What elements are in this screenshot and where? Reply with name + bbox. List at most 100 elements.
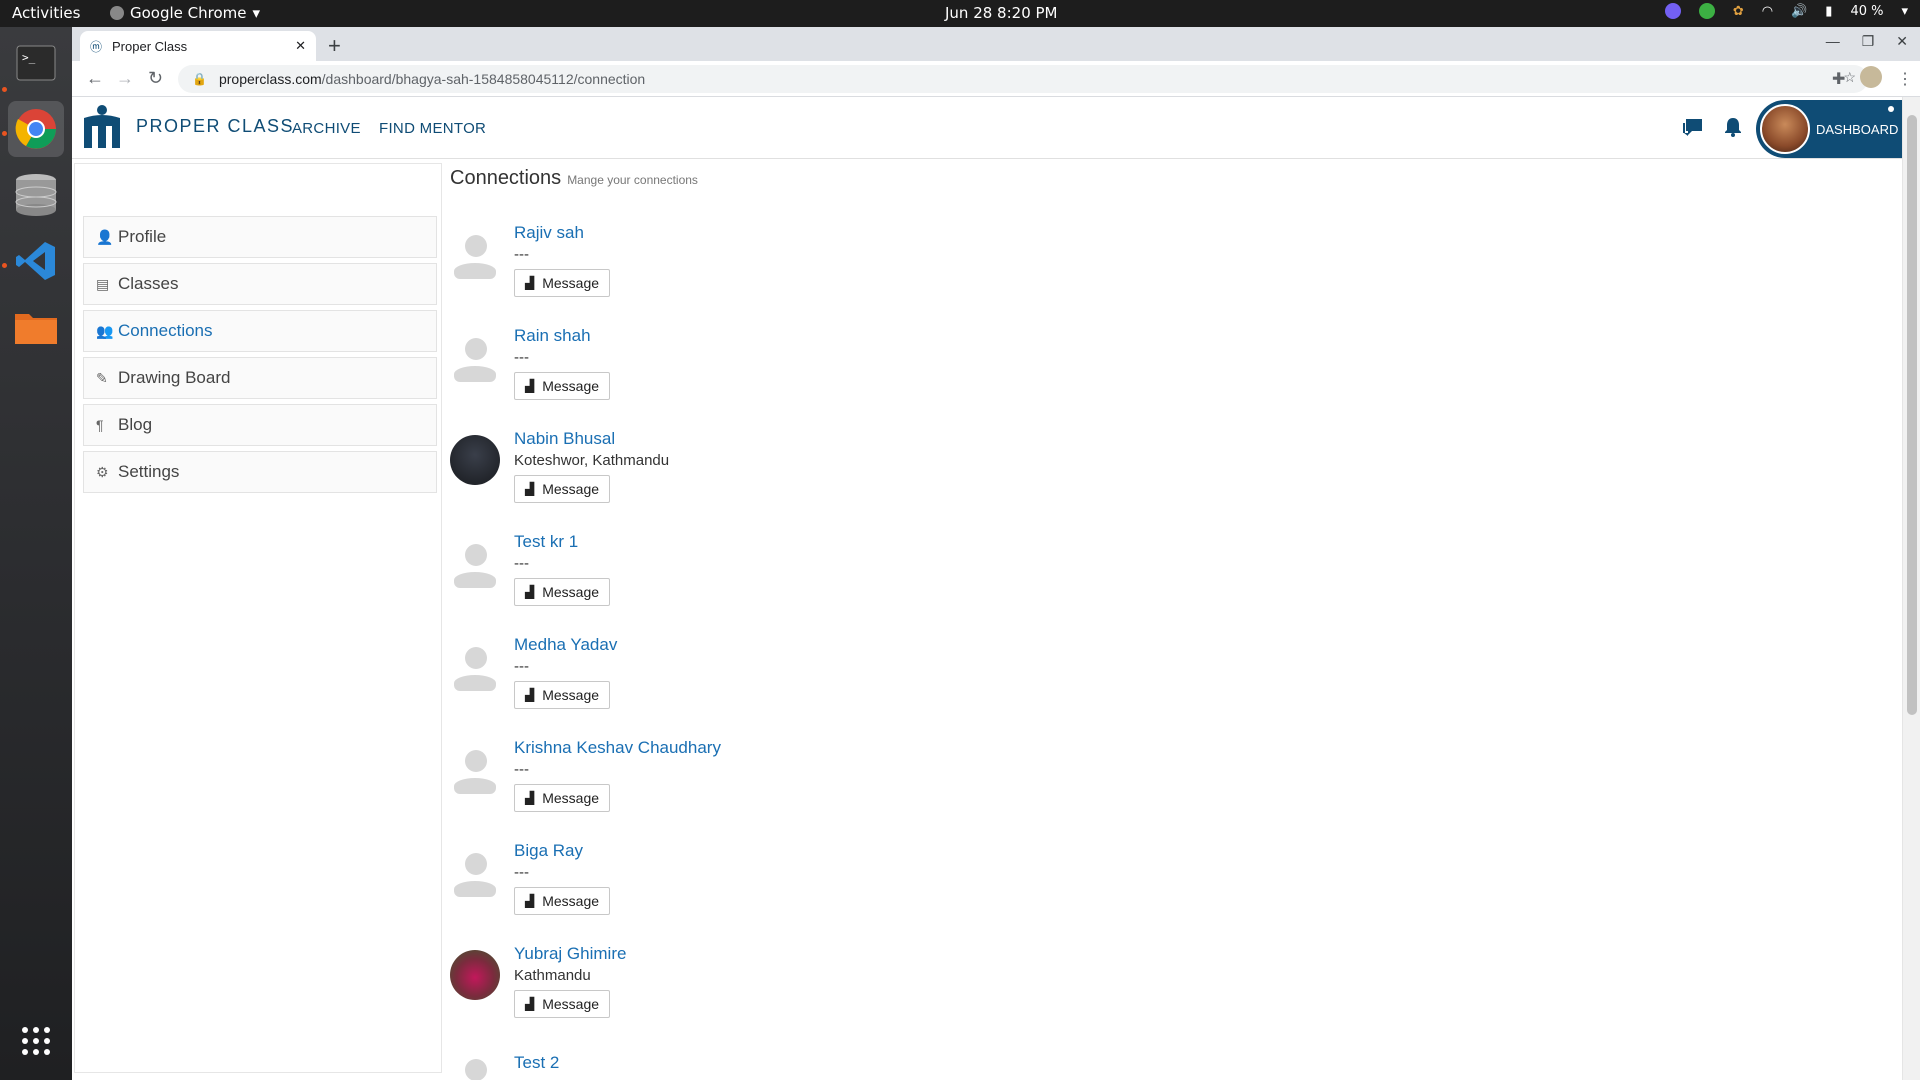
connection-location: --- <box>514 1073 529 1080</box>
default-avatar-icon[interactable] <box>450 641 500 691</box>
connection-location: --- <box>514 246 529 263</box>
dashboard-sidebar: 👤 Profile ▤ Classes 👥 Connections ✎ Draw… <box>74 163 442 1073</box>
bell-icon[interactable] <box>1724 117 1742 142</box>
chrome-menu-icon[interactable]: ⋮ <box>1897 69 1913 89</box>
connection-name[interactable]: Nabin Bhusal <box>514 429 615 449</box>
list-item: Krishna Keshav Chaudhary --- ▟ Message <box>450 738 1150 844</box>
connection-name[interactable]: Rajiv sah <box>514 223 584 243</box>
sidebar-item-classes[interactable]: ▤ Classes <box>83 263 437 305</box>
chat-icon: ▟ <box>525 379 535 393</box>
sidebar-item-settings[interactable]: ⚙ Settings <box>83 451 437 493</box>
chrome-icon[interactable] <box>8 101 64 157</box>
connection-name[interactable]: Test 2 <box>514 1053 559 1073</box>
connection-name[interactable]: Krishna Keshav Chaudhary <box>514 738 721 758</box>
default-avatar-icon[interactable] <box>450 332 500 382</box>
system-tray[interactable]: ✿ ◠ 🔊 ▮ 40 % ▾ <box>1664 3 1908 19</box>
close-window-icon[interactable]: ✕ <box>1896 33 1908 50</box>
sidebar-item-drawing-board[interactable]: ✎ Drawing Board <box>83 357 437 399</box>
connection-location: --- <box>514 555 529 572</box>
power-menu-icon[interactable]: ▾ <box>1901 4 1908 19</box>
list-item: Biga Ray --- ▟ Message <box>450 841 1150 947</box>
connection-name[interactable]: Biga Ray <box>514 841 583 861</box>
message-button[interactable]: ▟ Message <box>514 475 611 503</box>
restore-icon[interactable]: ❐ <box>1862 33 1875 50</box>
extensions-icon[interactable]: ✚ <box>1832 69 1845 89</box>
message-button[interactable]: ▟ Message <box>514 990 611 1018</box>
slack-icon[interactable]: ✿ <box>1733 4 1744 19</box>
page-subtitle: Mange your connections <box>567 173 698 187</box>
gear-icon: ⚙ <box>96 463 109 480</box>
connection-location: --- <box>514 349 529 366</box>
running-indicator <box>2 131 7 136</box>
sidebar-item-label: Connections <box>118 321 213 340</box>
connection-name[interactable]: Medha Yadav <box>514 635 617 655</box>
forward-icon[interactable]: → <box>116 68 134 89</box>
default-avatar-icon[interactable] <box>450 1053 500 1080</box>
app-grid-icon[interactable] <box>8 1013 64 1069</box>
default-avatar-icon[interactable] <box>450 538 500 588</box>
reload-icon[interactable]: ↻ <box>148 68 163 89</box>
message-label: Message <box>542 893 600 909</box>
system-top-bar: Activities Google Chrome ▾ Jun 28 8:20 P… <box>0 0 1920 27</box>
list-item: Nabin Bhusal Koteshwor, Kathmandu ▟ Messa… <box>450 429 1150 535</box>
profile-avatar[interactable] <box>1860 66 1882 88</box>
page-title: Connections <box>450 167 562 189</box>
connection-name[interactable]: Yubraj Ghimire <box>514 944 626 964</box>
message-button[interactable]: ▟ Message <box>514 372 611 400</box>
message-button[interactable]: ▟ Message <box>514 269 611 297</box>
tab-title: Proper Class <box>112 38 188 54</box>
sidebar-item-connections[interactable]: 👥 Connections <box>83 310 437 352</box>
paragraph-icon: ¶ <box>96 417 104 433</box>
connection-name[interactable]: Test kr 1 <box>514 532 578 552</box>
url-path: /dashboard/bhagya-sah-1584858045112/conn… <box>321 71 646 87</box>
lock-icon[interactable]: 🔒 <box>192 72 207 86</box>
sidebar-item-blog[interactable]: ¶ Blog <box>83 404 437 446</box>
chat-icon[interactable] <box>1682 117 1704 142</box>
nav-find-mentor[interactable]: FIND MENTOR <box>379 120 486 137</box>
database-icon[interactable] <box>8 167 64 223</box>
message-label: Message <box>542 481 600 497</box>
sidebar-item-profile[interactable]: 👤 Profile <box>83 216 437 258</box>
shield-check-icon[interactable] <box>1698 3 1715 19</box>
message-button[interactable]: ▟ Message <box>514 784 611 812</box>
close-tab-icon[interactable]: ✕ <box>295 38 306 54</box>
minimize-icon[interactable]: — <box>1826 33 1840 50</box>
message-label: Message <box>542 584 600 600</box>
activities-button[interactable]: Activities <box>12 4 80 22</box>
brand-name: PROPER CLASS <box>136 115 295 136</box>
viber-icon[interactable] <box>1664 3 1681 19</box>
default-avatar-icon[interactable] <box>450 744 500 794</box>
message-label: Message <box>542 996 600 1012</box>
connection-location: --- <box>514 864 529 881</box>
site-logo[interactable]: PROPER CLASS <box>82 104 294 148</box>
message-button[interactable]: ▟ Message <box>514 887 611 915</box>
default-avatar-icon[interactable] <box>450 847 500 897</box>
list-item: Medha Yadav --- ▟ Message <box>450 635 1150 741</box>
connection-location: --- <box>514 761 529 778</box>
message-button[interactable]: ▟ Message <box>514 681 611 709</box>
address-bar[interactable]: 🔒 properclass.com/dashboard/bhagya-sah-1… <box>178 65 1868 93</box>
back-icon[interactable]: ← <box>86 68 104 89</box>
terminal-icon[interactable]: >_ <box>8 35 64 91</box>
page-scrollbar[interactable] <box>1902 97 1920 1080</box>
default-avatar-icon[interactable] <box>450 229 500 279</box>
folder-icon[interactable] <box>8 299 64 355</box>
message-button[interactable]: ▟ Message <box>514 578 611 606</box>
list-item: Rajiv sah --- ▟ Message <box>450 223 1150 329</box>
browser-tab[interactable]: ⓜ Proper Class ✕ <box>80 31 316 61</box>
vscode-icon[interactable] <box>8 233 64 289</box>
chat-icon: ▟ <box>525 791 535 805</box>
dashboard-label: DASHBOARD <box>1816 121 1899 137</box>
sidebar-item-label: Drawing Board <box>118 368 231 387</box>
user-photo[interactable] <box>450 435 500 485</box>
app-menu[interactable]: Google Chrome ▾ <box>110 4 260 22</box>
connection-name[interactable]: Rain shah <box>514 326 591 346</box>
volume-icon: 🔊 <box>1791 3 1808 19</box>
dashboard-button[interactable]: DASHBOARD <box>1756 100 1902 158</box>
chevron-down-icon: ▾ <box>252 4 261 22</box>
nav-archive[interactable]: ARCHIVE <box>292 120 361 137</box>
new-tab-button[interactable]: + <box>328 33 341 59</box>
user-photo[interactable] <box>450 950 500 1000</box>
scrollbar-thumb[interactable] <box>1907 115 1917 715</box>
clock[interactable]: Jun 28 8:20 PM <box>945 4 1058 22</box>
